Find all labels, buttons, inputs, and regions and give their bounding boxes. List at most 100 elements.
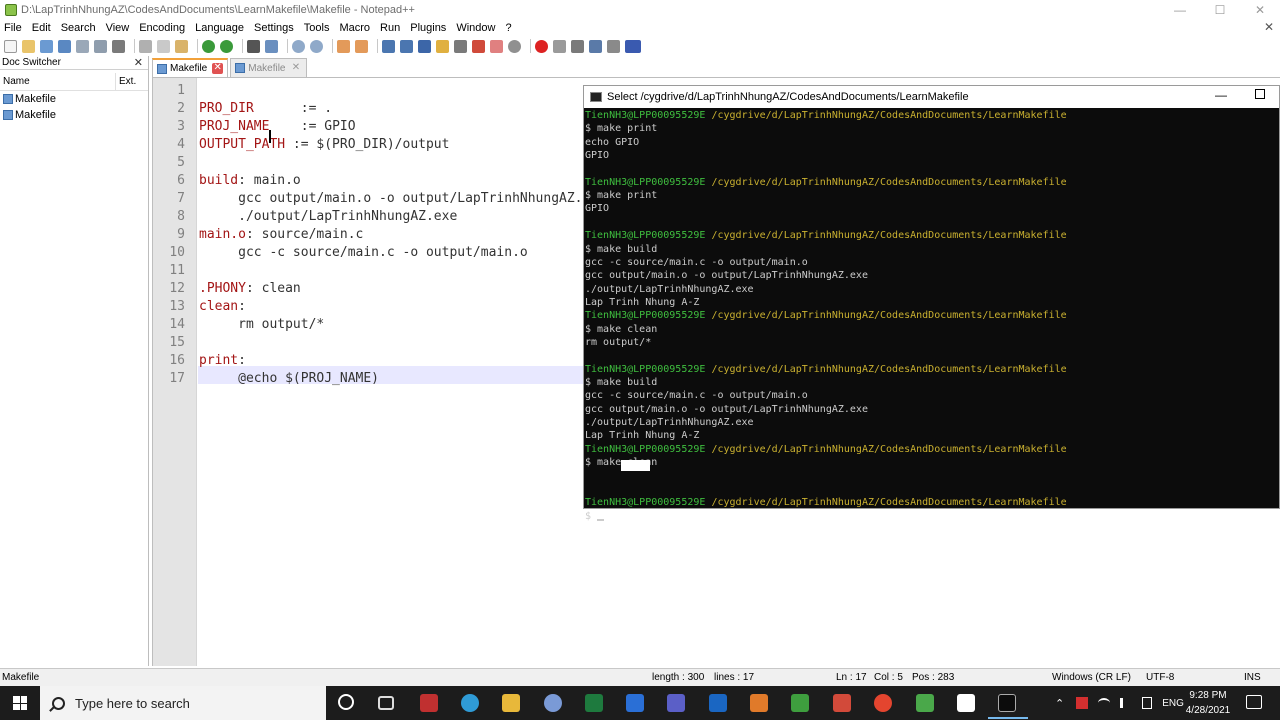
- tab-makefile-active[interactable]: Makefile ✕: [152, 58, 229, 77]
- wifi-icon[interactable]: [1098, 698, 1111, 708]
- monitor-icon[interactable]: [508, 39, 521, 53]
- terminal-minimize-button[interactable]: —: [1215, 88, 1227, 102]
- menu-plugins[interactable]: Plugins: [405, 22, 451, 34]
- code-line[interactable]: clean:: [199, 298, 246, 316]
- sync-h-icon[interactable]: [355, 39, 368, 53]
- notepadpp-taskbar-icon[interactable]: [957, 694, 975, 712]
- close-document-button[interactable]: ✕: [1264, 20, 1274, 34]
- menu-help[interactable]: ?: [500, 22, 516, 34]
- terminal-window[interactable]: Select /cygdrive/d/LapTrinhNhungAZ/Codes…: [583, 85, 1280, 522]
- all-chars-icon[interactable]: [400, 39, 413, 53]
- start-button[interactable]: [0, 686, 40, 720]
- code-line[interactable]: @echo $(PROJ_NAME): [199, 370, 379, 388]
- doc-map-icon[interactable]: [454, 39, 467, 53]
- app-icon-5[interactable]: [916, 694, 934, 712]
- status-encoding[interactable]: UTF-8: [1146, 672, 1174, 683]
- sync-v-icon[interactable]: [337, 39, 350, 53]
- doc-switcher-item[interactable]: Makefile: [0, 91, 148, 107]
- volume-icon[interactable]: [1120, 698, 1132, 708]
- status-mode[interactable]: INS: [1244, 672, 1261, 683]
- menu-window[interactable]: Window: [451, 22, 500, 34]
- file-explorer-icon[interactable]: [502, 694, 520, 712]
- print-icon[interactable]: [112, 39, 125, 53]
- code-line[interactable]: ./output/LapTrinhNhungAZ.exe: [199, 208, 457, 226]
- cut-icon[interactable]: [139, 39, 152, 53]
- udl-icon[interactable]: [436, 39, 449, 53]
- run-macro-multiple-icon[interactable]: [589, 39, 602, 53]
- app-icon-4[interactable]: [833, 694, 851, 712]
- code-line[interactable]: main.o: source/main.c: [199, 226, 363, 244]
- code-line[interactable]: PROJ_NAME := GPIO: [199, 118, 356, 136]
- tab-makefile[interactable]: Makefile ✕: [230, 58, 307, 77]
- open-icon[interactable]: [22, 39, 35, 53]
- function-list-icon[interactable]: [472, 39, 485, 53]
- close-all-icon[interactable]: [94, 39, 107, 53]
- replace-icon[interactable]: [265, 39, 278, 53]
- taskbar-clock[interactable]: 9:28 PM 4/28/2021: [1180, 688, 1236, 718]
- indent-guide-icon[interactable]: [418, 39, 431, 53]
- stop-macro-icon[interactable]: [553, 39, 566, 53]
- new-file-icon[interactable]: [4, 39, 17, 53]
- column-ext[interactable]: Ext.: [116, 73, 136, 90]
- teams-icon[interactable]: [667, 694, 685, 712]
- close-window-button[interactable]: ✕: [1240, 0, 1280, 20]
- find-icon[interactable]: [247, 39, 260, 53]
- redo-icon[interactable]: [220, 39, 233, 53]
- app-icon-3[interactable]: [791, 694, 809, 712]
- menu-run[interactable]: Run: [375, 22, 405, 34]
- chrome-icon[interactable]: [874, 694, 892, 712]
- doc-switcher-close-button[interactable]: ✕: [134, 56, 143, 70]
- code-line[interactable]: OUTPUT_PATH := $(PRO_DIR)/output: [199, 136, 449, 154]
- cortana-icon[interactable]: [338, 694, 354, 710]
- save-icon[interactable]: [40, 39, 53, 53]
- code-line[interactable]: .PHONY: clean: [199, 280, 301, 298]
- save-macro-icon[interactable]: [607, 39, 620, 53]
- menu-encoding[interactable]: Encoding: [134, 22, 190, 34]
- minimize-button[interactable]: —: [1160, 0, 1200, 20]
- code-line[interactable]: print:: [199, 352, 246, 370]
- close-icon[interactable]: [76, 39, 89, 53]
- wrap-icon[interactable]: [382, 39, 395, 53]
- chrome-like-icon[interactable]: [461, 694, 479, 712]
- maximize-button[interactable]: ☐: [1200, 0, 1240, 20]
- taskbar-search[interactable]: Type here to search: [40, 686, 326, 720]
- app-icon-2[interactable]: [750, 694, 768, 712]
- spellcheck-icon[interactable]: [625, 39, 641, 53]
- task-view-icon[interactable]: [378, 696, 394, 710]
- app-icon-1[interactable]: [420, 694, 438, 712]
- zoom-in-icon[interactable]: [292, 39, 305, 53]
- outlook-icon[interactable]: [709, 694, 727, 712]
- doc-switcher-item[interactable]: Makefile: [0, 107, 148, 123]
- menu-file[interactable]: File: [0, 22, 27, 34]
- copy-icon[interactable]: [157, 39, 170, 53]
- record-macro-icon[interactable]: [535, 39, 548, 53]
- tray-up-icon[interactable]: ⌃: [1055, 697, 1064, 710]
- tab-close-icon[interactable]: ✕: [291, 62, 302, 74]
- paste-icon[interactable]: [175, 39, 188, 53]
- battery-icon[interactable]: [1142, 697, 1153, 709]
- menu-macro[interactable]: Macro: [334, 22, 375, 34]
- menu-view[interactable]: View: [101, 22, 135, 34]
- code-line[interactable]: build: main.o: [199, 172, 301, 190]
- save-all-icon[interactable]: [58, 39, 71, 53]
- ide-icon[interactable]: [626, 694, 644, 712]
- status-eol[interactable]: Windows (CR LF): [1052, 672, 1131, 683]
- antivirus-icon[interactable]: [1076, 697, 1089, 709]
- notifications-icon[interactable]: [1246, 695, 1262, 709]
- terminal-taskbar-icon[interactable]: [988, 694, 1028, 719]
- menu-settings[interactable]: Settings: [249, 22, 299, 34]
- menu-language[interactable]: Language: [190, 22, 249, 34]
- menu-search[interactable]: Search: [56, 22, 101, 34]
- code-line[interactable]: rm output/*: [199, 316, 324, 334]
- menu-tools[interactable]: Tools: [299, 22, 335, 34]
- terminal-maximize-button[interactable]: [1255, 89, 1265, 99]
- terminal-output[interactable]: TienNH3@LPP00095529E /cygdrive/d/LapTrin…: [584, 108, 1279, 522]
- play-macro-icon[interactable]: [571, 39, 584, 53]
- tab-close-icon[interactable]: ✕: [212, 63, 224, 74]
- undo-icon[interactable]: [202, 39, 215, 53]
- code-line[interactable]: PRO_DIR := .: [199, 100, 332, 118]
- code-line[interactable]: gcc -c source/main.c -o output/main.o: [199, 244, 528, 262]
- code-line[interactable]: gcc output/main.o -o output/LapTrinhNhun…: [199, 190, 606, 208]
- excel-icon[interactable]: [585, 694, 603, 712]
- column-name[interactable]: Name: [0, 73, 116, 90]
